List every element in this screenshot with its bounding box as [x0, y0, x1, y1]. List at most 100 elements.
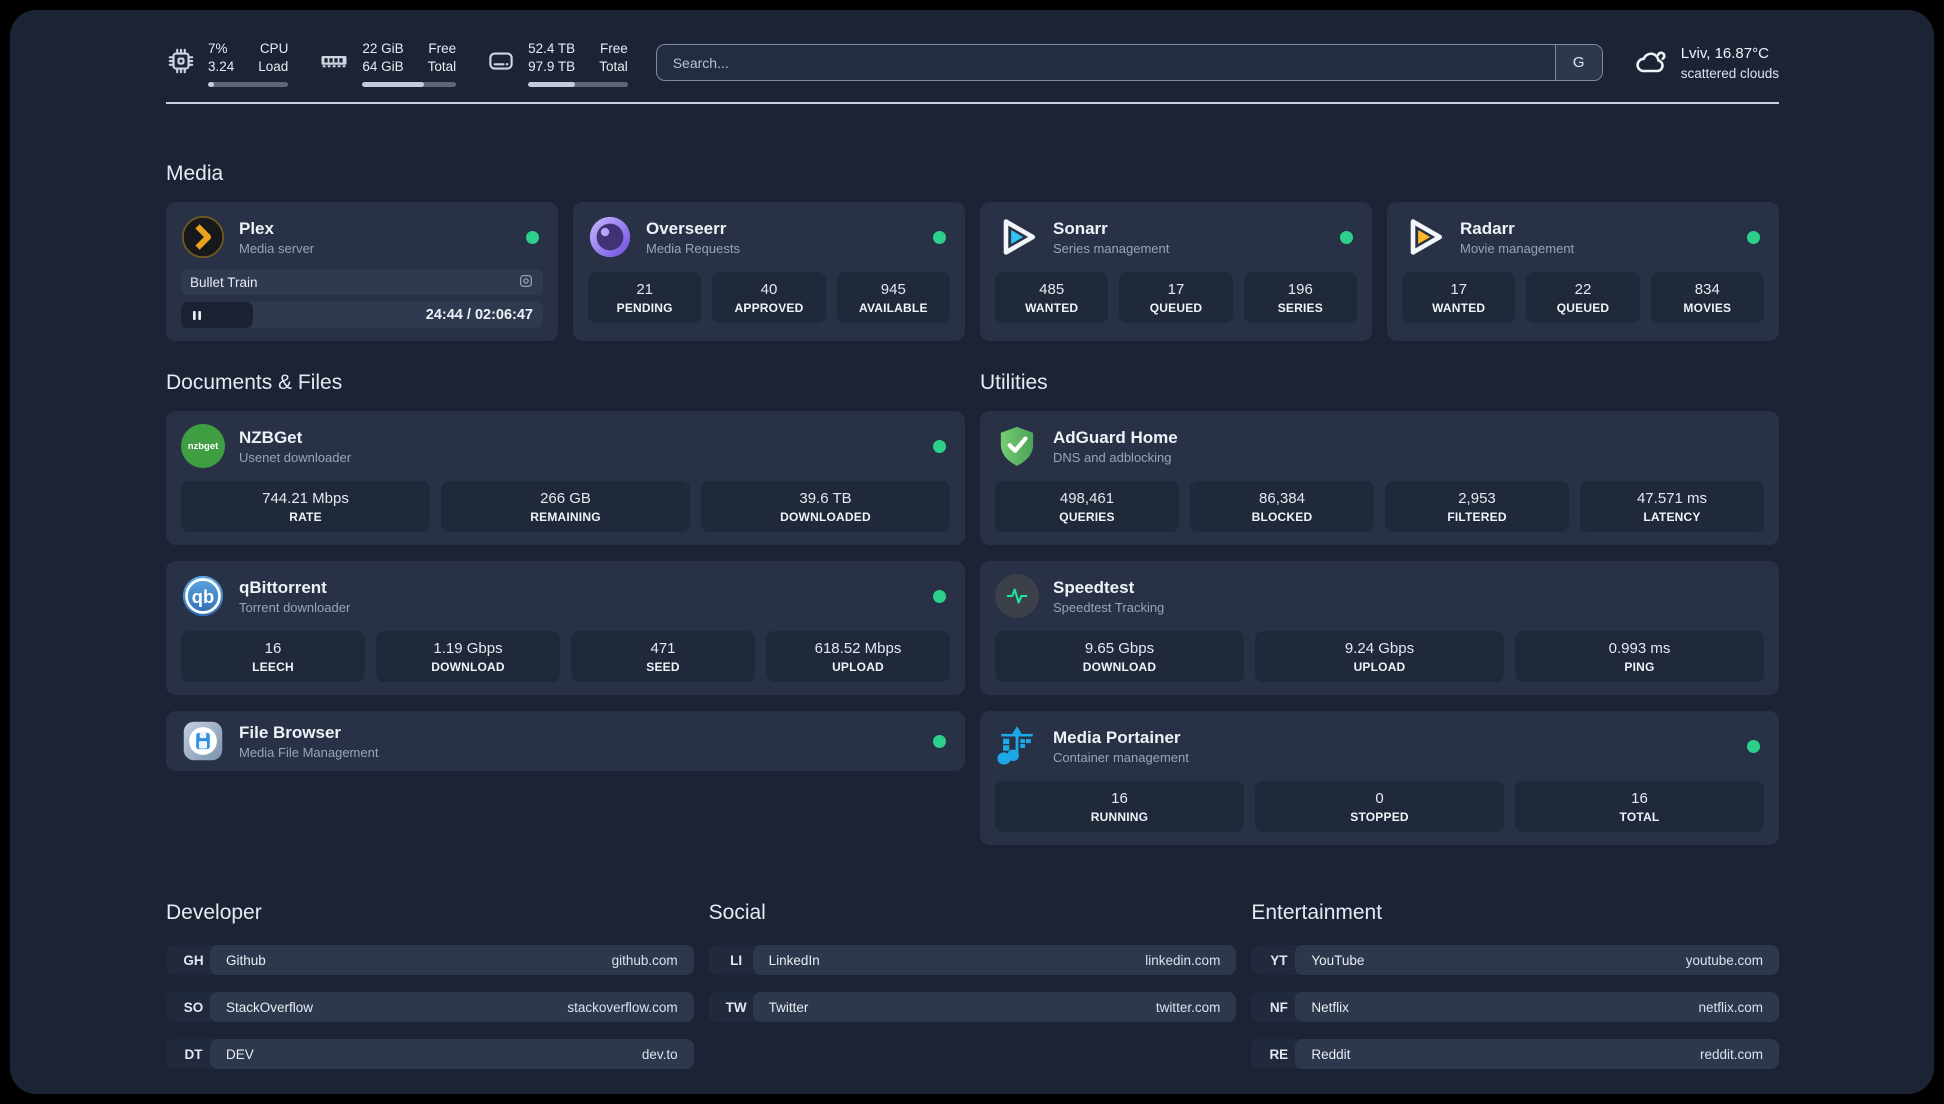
- link-dev[interactable]: DT DEV dev.to: [166, 1039, 694, 1069]
- stat-box: 744.21 Mbps RATE: [181, 481, 430, 532]
- stat-value: 498,461: [1059, 490, 1115, 507]
- link-url: dev.to: [641, 1046, 678, 1062]
- stat-box: 498,461 QUERIES: [995, 481, 1179, 532]
- section-documents: Documents & Files nzbget NZBGet Usenet d…: [166, 371, 965, 845]
- radarr-icon: [1402, 215, 1446, 259]
- status-dot: [933, 230, 946, 244]
- stat-label: LEECH: [252, 660, 294, 674]
- link-reddit[interactable]: RE Reddit reddit.com: [1251, 1039, 1779, 1069]
- section-title-utilities: Utilities: [980, 371, 1048, 394]
- plex-icon: [181, 215, 225, 259]
- section-entertainment: Entertainment YT YouTube youtube.com NF …: [1251, 901, 1779, 1086]
- status-dot: [1747, 230, 1760, 244]
- section-developer: Developer GH Github github.com SO StackO…: [166, 901, 694, 1086]
- portainer-card[interactable]: Media Portainer Container management 16 …: [980, 711, 1779, 845]
- stat-value: 485: [1039, 281, 1065, 298]
- overseerr-card[interactable]: Overseerr Media Requests 21 PENDING 40 A…: [573, 202, 965, 341]
- status-dot: [1747, 739, 1760, 753]
- disk-free: 52.4 TB: [528, 41, 576, 56]
- stat-value: 9.24 Gbps: [1344, 640, 1415, 657]
- link-name: StackOverflow: [226, 999, 314, 1015]
- stat-label: QUEUED: [1556, 301, 1610, 315]
- filebrowser-card[interactable]: File Browser Media File Management: [166, 711, 965, 771]
- nzbget-card[interactable]: nzbget NZBGet Usenet downloader 744.21 M…: [166, 411, 965, 545]
- stat-label: BLOCKED: [1251, 510, 1313, 524]
- stat-value: 17: [1167, 281, 1185, 298]
- stat-label: MOVIES: [1683, 301, 1732, 315]
- stat-box: 16 RUNNING: [995, 781, 1244, 832]
- radarr-card[interactable]: Radarr Movie management 17 WANTED 22 QUE…: [1387, 202, 1779, 341]
- stat-value: 1.19 Gbps: [433, 640, 503, 657]
- section-title-media: Media: [166, 162, 224, 185]
- link-youtube[interactable]: YT YouTube youtube.com: [1251, 945, 1779, 975]
- link-linkedin[interactable]: LI LinkedIn linkedin.com: [708, 945, 1237, 975]
- cpu-label: CPU: [259, 41, 289, 56]
- search-provider-button[interactable]: G: [1554, 45, 1602, 80]
- stat-value: 618.52 Mbps: [814, 640, 902, 657]
- search-input[interactable]: [656, 45, 1555, 80]
- stat-value: 16: [1631, 790, 1648, 807]
- card-title: Overseerr: [646, 218, 727, 238]
- plex-now-playing: Bullet Train: [181, 269, 543, 295]
- stat-value: 471: [650, 640, 676, 657]
- section-title-social: Social: [708, 901, 766, 924]
- stat-box: 16 TOTAL: [1515, 781, 1764, 832]
- link-twitter[interactable]: TW Twitter twitter.com: [708, 992, 1237, 1022]
- nzbget-icon: nzbget: [181, 424, 225, 468]
- stat-label: REMAINING: [530, 510, 601, 524]
- stat-box: 17 QUEUED: [1119, 272, 1233, 323]
- stat-label: QUEUED: [1149, 301, 1203, 315]
- stat-label: DOWNLOADED: [780, 510, 871, 524]
- now-playing-title: Bullet Train: [190, 274, 258, 290]
- stat-label: DOWNLOAD: [431, 660, 505, 674]
- stat-box: 2,953 FILTERED: [1385, 481, 1569, 532]
- stat-box: 22 QUEUED: [1526, 272, 1640, 323]
- stat-value: 0.993 ms: [1608, 640, 1671, 657]
- disk-widget: 52.4 TB Free 97.9 TB Total: [486, 40, 628, 87]
- stat-box: 9.65 Gbps DOWNLOAD: [995, 631, 1244, 682]
- section-social: Social LI LinkedIn linkedin.com TW Twitt…: [708, 901, 1237, 1086]
- link-name: DEV: [226, 1046, 254, 1062]
- card-title: qBittorrent: [239, 577, 327, 597]
- qbittorrent-card[interactable]: qb qBittorrent Torrent downloader 16 LEE…: [166, 561, 965, 695]
- stat-box: 834 MOVIES: [1650, 272, 1764, 323]
- stat-label: PENDING: [616, 301, 673, 315]
- section-utilities: Utilities AdGuard Home DNS and adblockin…: [980, 371, 1779, 845]
- cloud-icon: [1633, 44, 1669, 85]
- speedtest-card[interactable]: Speedtest Speedtest Tracking 9.65 Gbps D…: [980, 561, 1779, 695]
- stat-label: LATENCY: [1643, 510, 1701, 524]
- link-stackoverflow[interactable]: SO StackOverflow stackoverflow.com: [166, 992, 694, 1022]
- search-bar: G: [655, 44, 1603, 81]
- card-subtitle: Speedtest Tracking: [1053, 599, 1165, 615]
- weather-condition: scattered clouds: [1680, 66, 1779, 81]
- card-title: Plex: [239, 218, 274, 238]
- sonarr-icon: [995, 215, 1039, 259]
- card-subtitle: Container management: [1053, 749, 1189, 765]
- link-github[interactable]: GH Github github.com: [166, 945, 694, 975]
- plex-card[interactable]: Plex Media server Bullet Train 24:44 / 0…: [166, 202, 558, 341]
- stat-label: SERIES: [1277, 301, 1323, 315]
- section-title-developer: Developer: [166, 901, 262, 924]
- link-url: reddit.com: [1699, 1046, 1763, 1062]
- stat-label: QUERIES: [1059, 510, 1115, 524]
- stat-label: STOPPED: [1350, 810, 1409, 824]
- weather-location-temp: Lviv, 16.87°C: [1680, 45, 1769, 62]
- link-url: stackoverflow.com: [567, 999, 678, 1015]
- stat-value: 9.65 Gbps: [1084, 640, 1155, 657]
- stat-box: 0 STOPPED: [1255, 781, 1504, 832]
- link-netflix[interactable]: NF Netflix netflix.com: [1251, 992, 1779, 1022]
- weather-widget: Lviv, 16.87°C scattered clouds: [1633, 44, 1779, 85]
- cpu-progress-bar: [208, 82, 289, 87]
- adguard-card[interactable]: AdGuard Home DNS and adblocking 498,461 …: [980, 411, 1779, 545]
- link-url: linkedin.com: [1145, 952, 1221, 968]
- stat-value: 47.571 ms: [1636, 490, 1708, 507]
- stat-label: TOTAL: [1619, 810, 1660, 824]
- stat-value: 16: [264, 640, 282, 657]
- stat-value: 86,384: [1259, 490, 1305, 507]
- stat-label: FILTERED: [1447, 510, 1507, 524]
- header-divider: [166, 102, 1779, 104]
- sonarr-card[interactable]: Sonarr Series management 485 WANTED 17 Q…: [980, 202, 1372, 341]
- stat-box: 0.993 ms PING: [1515, 631, 1764, 682]
- stat-value: 266 GB: [540, 490, 591, 507]
- system-widgets: 7% CPU 3.24 Load 22 GiB Free 64 GiB Tota…: [166, 40, 628, 87]
